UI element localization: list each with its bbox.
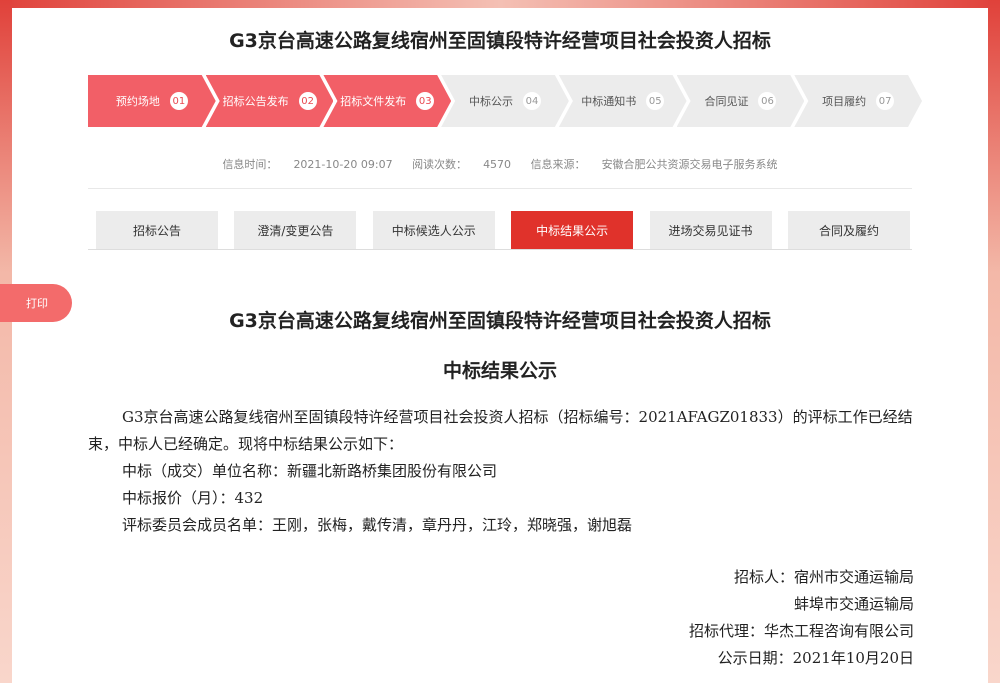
step-1[interactable]: 预约场地 01 <box>88 75 216 127</box>
meta-time-value: 2021-10-20 09:07 <box>293 158 393 171</box>
price-line: 中标报价（月）：432 <box>122 489 264 507</box>
page-title: G3京台高速公路复线宿州至固镇段特许经营项目社会投资人招标 <box>229 30 771 52</box>
step-7[interactable]: 项目履约 07 <box>794 75 922 127</box>
progress-steps: 预约场地 01 招标公告发布 02 招标文件发布 03 中标公示 04 中标通知书 05 … <box>88 75 912 127</box>
step-3[interactable]: 招标文件发布 03 <box>323 75 451 127</box>
document-title: G3京台高速公路复线宿州至固镇段特许经营项目社会投资人招标 <box>229 310 771 332</box>
step-4[interactable]: 中标公示 04 <box>441 75 569 127</box>
tab-candidates[interactable]: 中标候选人公示 <box>372 211 495 249</box>
step-number: 03 <box>416 92 434 110</box>
tab-tender-notice[interactable]: 招标公告 <box>96 211 218 249</box>
meta-views-value: 4570 <box>483 158 512 171</box>
tenderer2-line: 蚌埠市交通运输局 <box>793 595 914 613</box>
tab-result[interactable]: 中标结果公示 <box>511 211 634 249</box>
step-label: 招标公告发布 <box>222 95 289 108</box>
intro-paragraph: G3京台高速公路复线宿州至固镇段特许经营项目社会投资人招标（招标编号：2021A… <box>88 408 913 453</box>
step-label: 项目履约 <box>822 95 867 108</box>
step-5[interactable]: 中标通知书 05 <box>559 75 687 127</box>
date-line: 公示日期：2021年10月20日 <box>717 649 914 667</box>
tab-clarification[interactable]: 澄清/变更公告 <box>234 211 357 249</box>
right-decor-border <box>988 0 1000 683</box>
step-2[interactable]: 招标公告发布 02 <box>206 75 334 127</box>
winner-line: 中标（成交）单位名称：新疆北新路桥集团股份有限公司 <box>122 462 498 480</box>
step-number: 01 <box>170 92 188 110</box>
meta-time-label: 信息时间： <box>222 158 278 171</box>
step-number: 04 <box>523 92 541 110</box>
step-label: 合同见证 <box>704 95 749 108</box>
meta-views-label: 阅读次数： <box>412 158 468 171</box>
step-label: 预约场地 <box>115 95 160 108</box>
tab-certificate[interactable]: 进场交易见证书 <box>649 211 772 249</box>
step-number: 05 <box>646 92 664 110</box>
info-meta: 信息时间： 2021-10-20 09:07 阅读次数： 4570 信息来源： 安徽合… <box>0 156 1000 172</box>
step-6[interactable]: 合同见证 06 <box>677 75 805 127</box>
step-label: 中标通知书 <box>581 95 637 108</box>
meta-source-label: 信息来源： <box>530 158 586 171</box>
left-decor-border <box>0 0 12 683</box>
signature-block: 招标人：宿州市交通运输局 蚌埠市交通运输局 招标代理：华杰工程咨询有限公司 公示… <box>514 564 914 672</box>
document-body: G3京台高速公路复线宿州至固镇段特许经营项目社会投资人招标（招标编号：2021A… <box>88 404 914 539</box>
tab-underline <box>88 249 912 250</box>
committee-line: 评标委员会成员名单：王刚，张梅，戴传清，章丹丹，江玲，郑晓强，谢旭磊 <box>122 516 633 534</box>
meta-source-value: 安徽合肥公共资源交易电子服务系统 <box>601 158 778 171</box>
divider <box>88 188 912 189</box>
step-label: 中标公示 <box>469 95 514 108</box>
agent-line: 招标代理：华杰工程咨询有限公司 <box>688 622 914 640</box>
tab-contract[interactable]: 合同及履约 <box>787 211 910 249</box>
step-label: 招标文件发布 <box>340 95 407 108</box>
top-decor-border <box>0 0 1000 8</box>
tenderer-line: 招标人：宿州市交通运输局 <box>733 568 914 586</box>
step-number: 07 <box>876 92 894 110</box>
step-number: 06 <box>758 92 776 110</box>
document-subtitle: 中标结果公示 <box>442 360 557 382</box>
step-number: 02 <box>299 92 317 110</box>
tab-bar: 招标公告 澄清/变更公告 中标候选人公示 中标结果公示 进场交易见证书 合同及履… <box>96 211 910 249</box>
